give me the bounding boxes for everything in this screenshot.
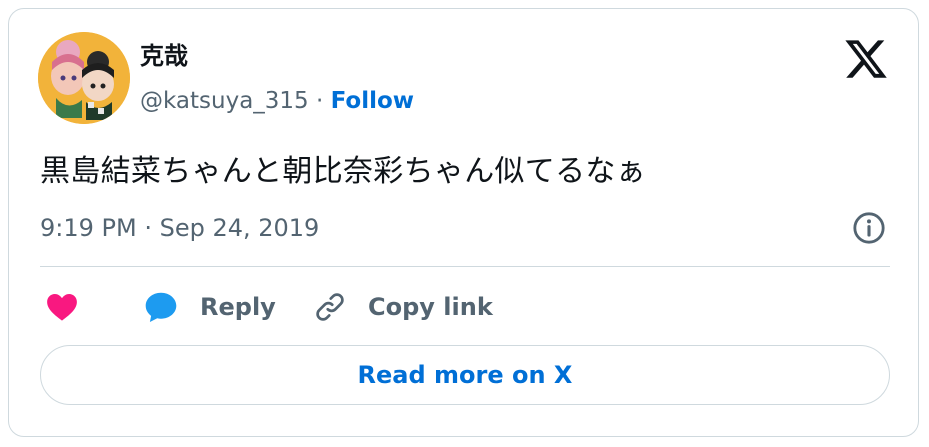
avatar[interactable] (38, 32, 130, 124)
copy-link-label: Copy link (368, 293, 493, 321)
divider (40, 266, 890, 267)
avatar-image (38, 32, 130, 124)
tweet-text: 黒島結菜ちゃんと朝比奈彩ちゃん似てるなぁ (40, 154, 646, 189)
link-icon (316, 293, 344, 321)
heart-icon (47, 293, 77, 321)
speech-bubble-icon (145, 292, 177, 322)
tweet-timestamp[interactable]: 9:19 PM · Sep 24, 2019 (40, 210, 319, 246)
follow-button[interactable]: Follow (331, 88, 414, 114)
author-name[interactable]: 克哉 (140, 40, 188, 72)
author-handle-row: @katsuya_315 · Follow (140, 85, 414, 117)
reply-button[interactable]: Reply (142, 284, 276, 330)
info-icon[interactable] (852, 211, 886, 245)
x-logo-icon[interactable] (842, 36, 890, 82)
read-more-label: Read more on X (357, 361, 573, 389)
like-button[interactable] (44, 290, 80, 324)
copy-link-button[interactable]: Copy link (312, 284, 493, 330)
read-more-button[interactable]: Read more on X (40, 345, 890, 405)
reply-label: Reply (200, 293, 276, 321)
handle-separator: · (308, 88, 331, 114)
author-handle[interactable]: @katsuya_315 (140, 88, 309, 114)
